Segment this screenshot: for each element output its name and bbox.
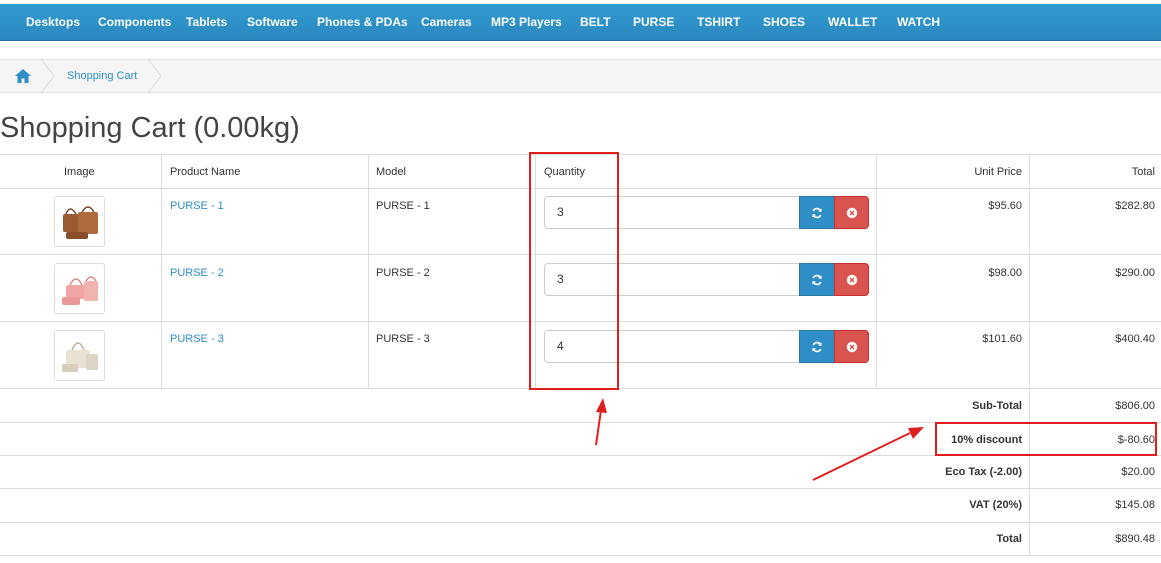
- annotation-arrows: [595, 398, 924, 481]
- annotation-arrow-discount: [812, 432, 911, 481]
- arrowhead: [596, 398, 607, 413]
- annotation-arrow-quantity: [595, 409, 602, 446]
- arrowhead: [908, 427, 924, 439]
